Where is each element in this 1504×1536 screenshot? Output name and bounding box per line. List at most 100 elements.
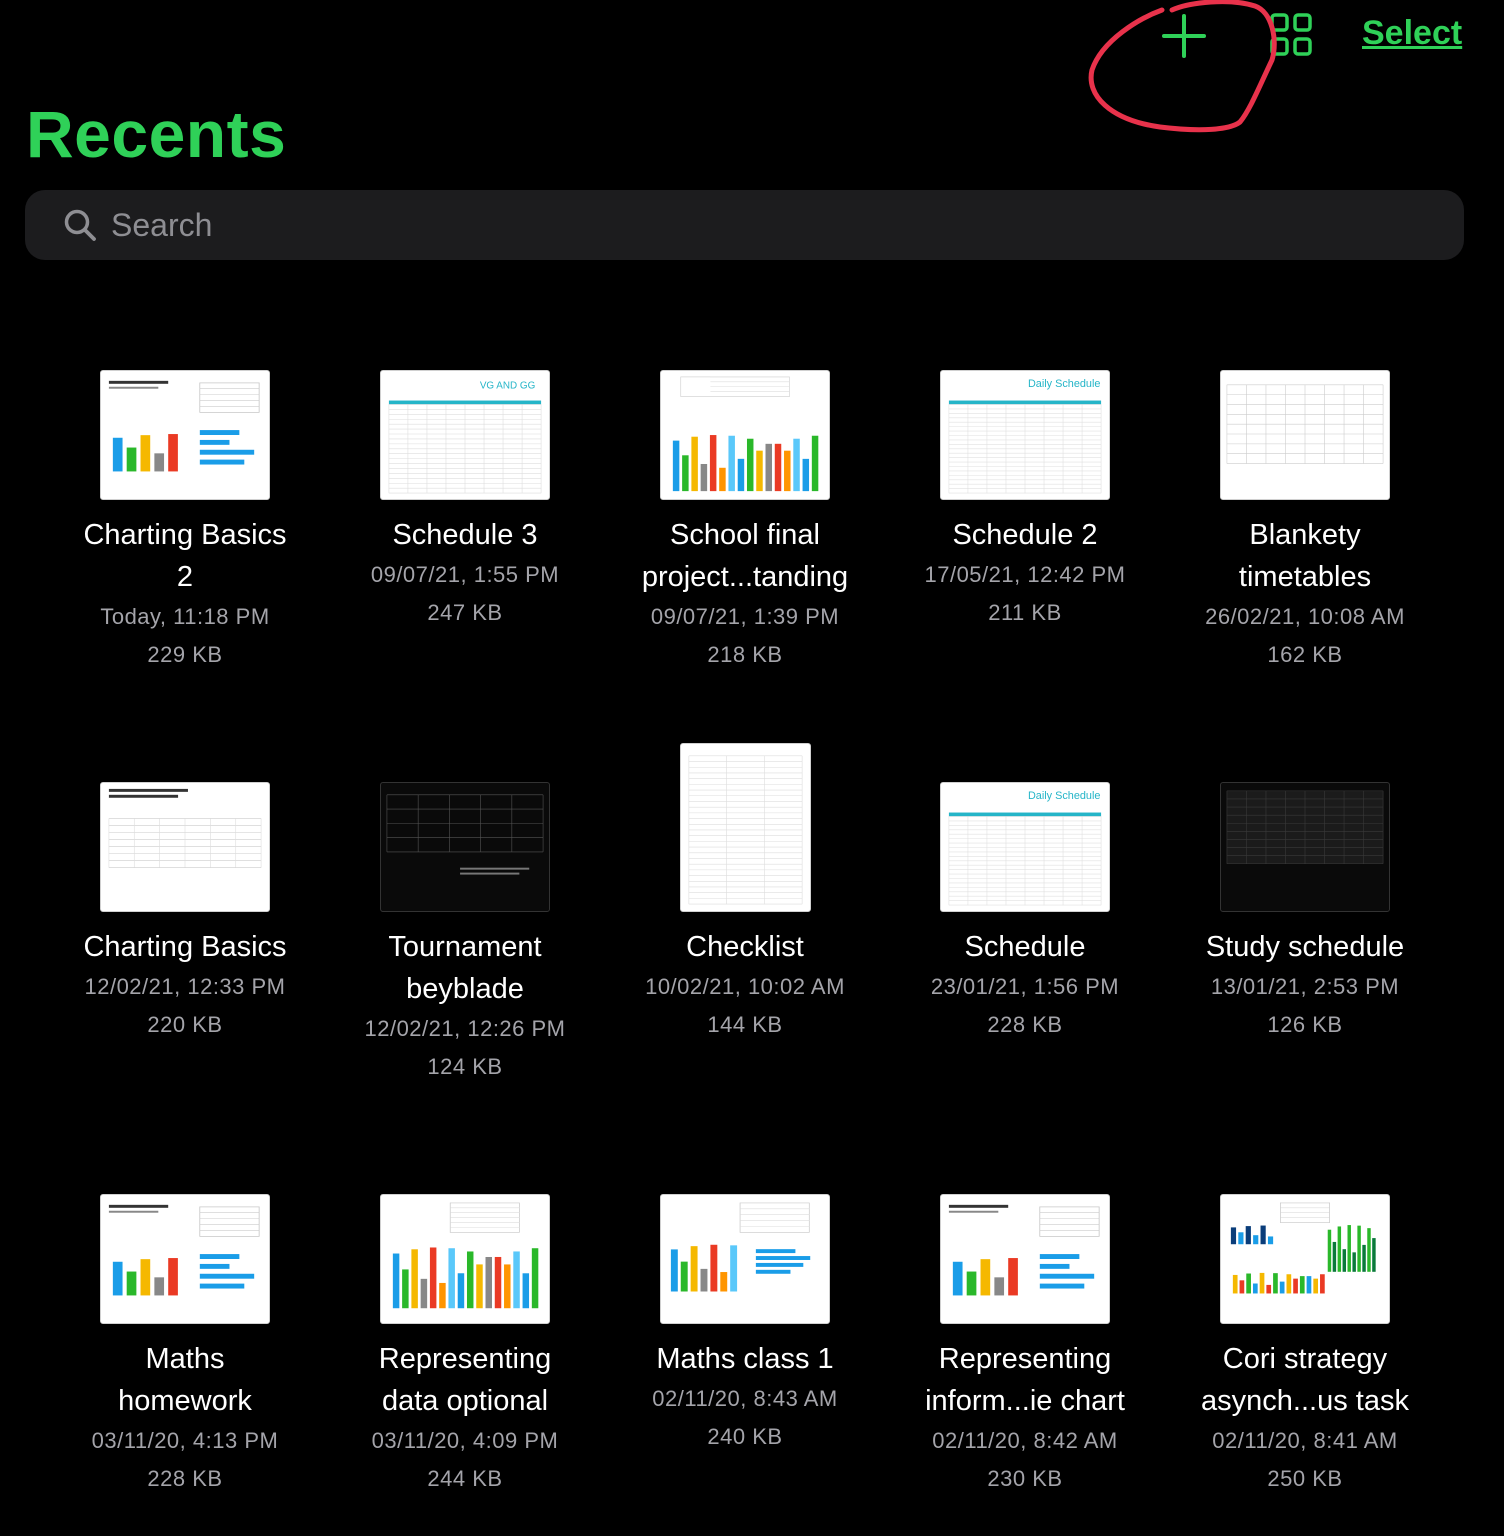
document-tile[interactable]: Charting Basics 12/02/21, 12:33 PM 220 KB: [45, 712, 325, 1124]
document-date: 02/11/20, 8:42 AM: [932, 1428, 1118, 1453]
document-date: 12/02/21, 12:26 PM: [364, 1016, 566, 1041]
document-thumbnail[interactable]: [1220, 1194, 1390, 1324]
document-name-line: Charting Basics: [83, 519, 287, 551]
document-thumbnail[interactable]: [940, 1194, 1110, 1324]
thumbnail-container: [605, 1124, 885, 1324]
document-tile[interactable]: Maths class 1 02/11/20, 8:43 AM 240 KB: [605, 1124, 885, 1536]
document-name[interactable]: Cori strategy asynch...us task: [1165, 1338, 1445, 1422]
document-name[interactable]: Charting Basics 2: [45, 514, 325, 598]
document-thumbnail[interactable]: VG AND GG: [380, 370, 550, 500]
document-name-line: School final: [670, 519, 820, 551]
document-name-line: homework: [118, 1385, 252, 1417]
thumbnail-container: [325, 712, 605, 912]
magnifying-glass-icon: [64, 209, 96, 241]
thumbnail-container: [605, 300, 885, 500]
document-name-line: Checklist: [686, 931, 804, 963]
document-name[interactable]: Representing inform...ie chart: [885, 1338, 1165, 1422]
document-name-line: 2: [176, 561, 194, 593]
document-size: 230 KB: [987, 1466, 1063, 1491]
select-button[interactable]: Select: [1362, 14, 1462, 53]
thumbnail-container: Daily Schedule: [885, 300, 1165, 500]
document-thumbnail[interactable]: [1220, 782, 1390, 912]
document-tile[interactable]: School final project...tanding 09/07/21, 1…: [605, 300, 885, 712]
document-size: 244 KB: [427, 1466, 503, 1491]
thumbnail-container: [885, 1124, 1165, 1324]
document-tile[interactable]: Representing data optional 03/11/20, 4:09 …: [325, 1124, 605, 1536]
document-thumbnail[interactable]: [380, 1194, 550, 1324]
document-size: 162 KB: [1267, 642, 1343, 667]
document-name-line: timetables: [1238, 561, 1372, 593]
document-tile[interactable]: Daily Schedule Schedule 2 17/05/21, 12:42…: [885, 300, 1165, 712]
add-document-button[interactable]: [1160, 12, 1208, 60]
document-name[interactable]: Tournament beyblade: [325, 926, 605, 1010]
document-thumbnail[interactable]: [1220, 370, 1390, 500]
document-thumbnail[interactable]: [100, 370, 270, 500]
document-name[interactable]: Charting Basics: [45, 926, 325, 968]
document-name[interactable]: Blankety timetables: [1165, 514, 1445, 598]
document-tile[interactable]: Study schedule 13/01/21, 2:53 PM 126 KB: [1165, 712, 1445, 1124]
document-date: 02/11/20, 8:41 AM: [1212, 1428, 1398, 1453]
document-tile[interactable]: Representing inform...ie chart 02/11/20, 8…: [885, 1124, 1165, 1536]
document-size: 250 KB: [1267, 1466, 1343, 1491]
document-size: 218 KB: [707, 642, 783, 667]
document-name[interactable]: Schedule 2: [885, 514, 1165, 556]
svg-text:VG AND GG: VG AND GG: [480, 381, 535, 392]
document-thumbnail[interactable]: [380, 782, 550, 912]
document-name-line: Study schedule: [1205, 931, 1405, 963]
document-size: 240 KB: [707, 1424, 783, 1449]
document-tile[interactable]: Tournament beyblade 12/02/21, 12:26 PM 124 …: [325, 712, 605, 1124]
document-tile[interactable]: Maths homework 03/11/20, 4:13 PM 228 KB: [45, 1124, 325, 1536]
search-field[interactable]: Search: [25, 190, 1464, 260]
document-name[interactable]: Maths homework: [45, 1338, 325, 1422]
document-size: 124 KB: [427, 1054, 503, 1079]
thumbnail-container: [325, 1124, 605, 1324]
document-name[interactable]: Study schedule: [1165, 926, 1445, 968]
document-date: 23/01/21, 1:56 PM: [930, 974, 1120, 999]
document-thumbnail[interactable]: Daily Schedule: [940, 782, 1110, 912]
document-thumbnail[interactable]: [660, 1194, 830, 1324]
view-toggle-button[interactable]: [1268, 12, 1314, 58]
thumbnail-container: [1165, 712, 1445, 912]
search-placeholder: Search: [111, 206, 213, 243]
document-thumbnail[interactable]: [679, 743, 811, 912]
document-name-line: Maths class 1: [656, 1343, 834, 1375]
document-thumbnail[interactable]: [100, 1194, 270, 1324]
document-name[interactable]: Representing data optional: [325, 1338, 605, 1422]
document-thumbnail[interactable]: [100, 782, 270, 912]
document-name-line: Schedule 3: [392, 519, 538, 551]
document-thumbnail[interactable]: Daily Schedule: [940, 370, 1110, 500]
document-date: 26/02/21, 10:08 AM: [1205, 604, 1405, 629]
document-size: 228 KB: [147, 1466, 223, 1491]
document-name-line: Schedule: [964, 931, 1086, 963]
document-name-line: beyblade: [406, 973, 524, 1005]
document-name-line: Maths: [145, 1343, 225, 1375]
document-name-line: Tournament: [388, 931, 542, 963]
document-name-line: asynch...us task: [1201, 1385, 1409, 1417]
document-tile[interactable]: Cori strategy asynch...us task 02/11/20, 8…: [1165, 1124, 1445, 1536]
document-thumbnail[interactable]: [660, 370, 830, 500]
document-name-line: Blankety: [1249, 519, 1361, 551]
document-name[interactable]: Checklist: [605, 926, 885, 968]
document-size: 229 KB: [147, 642, 223, 667]
thumbnail-container: [45, 1124, 325, 1324]
document-tile[interactable]: Checklist 10/02/21, 10:02 AM 144 KB: [605, 712, 885, 1124]
document-tile[interactable]: VG AND GG Schedule 3 09/07/21, 1:55 PM 247…: [325, 300, 605, 712]
document-size: 220 KB: [147, 1012, 223, 1037]
document-tile[interactable]: Blankety timetables 26/02/21, 10:08 AM 162 …: [1165, 300, 1445, 712]
plus-icon: [1162, 14, 1206, 58]
thumbnail-container: Daily Schedule: [885, 712, 1165, 912]
grid-view-icon: [1270, 13, 1312, 56]
document-tile[interactable]: Daily Schedule Schedule 23/01/21, 1:56 PM…: [885, 712, 1165, 1124]
document-date: Today, 11:18 PM: [100, 604, 270, 629]
thumbnail-container: [1165, 1124, 1445, 1324]
document-name[interactable]: School final project...tanding: [605, 514, 885, 598]
document-tile[interactable]: Charting Basics 2 Today, 11:18 PM 229 KB: [45, 300, 325, 712]
document-date: 03/11/20, 4:09 PM: [371, 1428, 559, 1453]
document-size: 211 KB: [988, 600, 1062, 625]
document-name[interactable]: Schedule 3: [325, 514, 605, 556]
document-name-line: project...tanding: [641, 561, 849, 593]
document-name[interactable]: Schedule: [885, 926, 1165, 968]
document-name-line: Representing: [938, 1343, 1112, 1375]
document-name[interactable]: Maths class 1: [605, 1338, 885, 1380]
document-name-line: Charting Basics: [83, 931, 287, 963]
